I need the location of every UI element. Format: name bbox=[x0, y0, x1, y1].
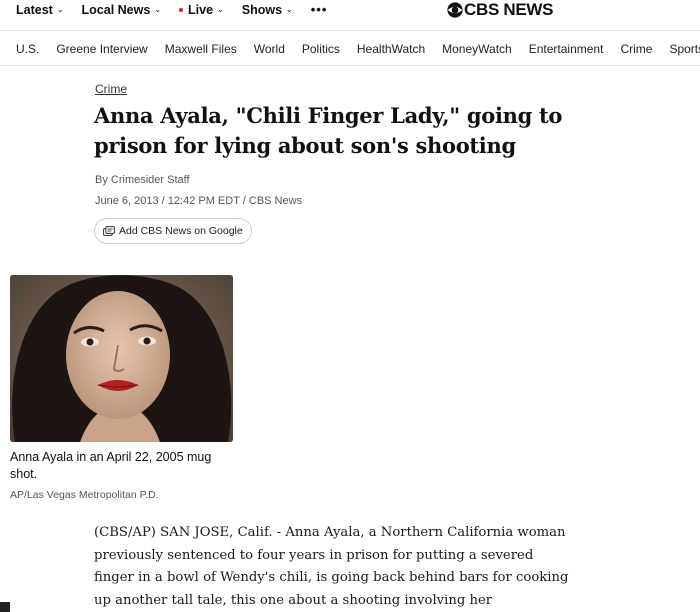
article-byline: By Crimesider Staff bbox=[95, 174, 190, 186]
article-headline: Anna Ayala, "Chili Finger Lady," going t… bbox=[94, 103, 563, 158]
nav-live[interactable]: Live ⌄ bbox=[179, 3, 224, 17]
section-entertainment[interactable]: Entertainment bbox=[529, 42, 604, 56]
nav-latest[interactable]: Latest ⌄ bbox=[16, 3, 64, 17]
nav-live-label: Live bbox=[188, 2, 214, 17]
google-preferred-source-icon bbox=[103, 226, 115, 236]
cbs-eye-icon bbox=[447, 2, 463, 18]
mugshot-image bbox=[10, 275, 233, 442]
photo-credit: AP/Las Vegas Metropolitan P.D. bbox=[10, 489, 159, 501]
section-world[interactable]: World bbox=[254, 42, 285, 56]
section-moneywatch[interactable]: MoneyWatch bbox=[442, 42, 512, 56]
cbs-news-logo[interactable]: CBS NEWS bbox=[447, 0, 554, 20]
add-on-google-label: Add CBS News on Google bbox=[119, 225, 243, 237]
article-body-paragraph: (CBS/AP) SAN JOSE, Calif. - Anna Ayala, … bbox=[94, 525, 569, 608]
top-bar: Latest ⌄ Local News ⌄ Live ⌄ Shows ⌄ •••… bbox=[0, 0, 700, 30]
section-maxwell-files[interactable]: Maxwell Files bbox=[165, 42, 237, 56]
section-us[interactable]: U.S. bbox=[16, 42, 39, 56]
nav-latest-label: Latest bbox=[16, 2, 53, 17]
chevron-down-icon: ⌄ bbox=[286, 5, 293, 14]
live-dot-icon bbox=[179, 7, 184, 12]
more-icon: ••• bbox=[310, 2, 328, 17]
section-politics[interactable]: Politics bbox=[302, 42, 340, 56]
nav-local-news-label: Local News bbox=[81, 2, 151, 17]
article-dateline: June 6, 2013 / 12:42 PM EDT / CBS News bbox=[95, 195, 303, 207]
chevron-down-icon: ⌄ bbox=[217, 5, 224, 14]
section-crime[interactable]: Crime bbox=[620, 42, 652, 56]
section-sports[interactable]: Sports bbox=[669, 42, 700, 56]
brand-name: CBS NEWS bbox=[464, 0, 554, 19]
more-menu-button[interactable]: ••• bbox=[311, 2, 328, 17]
chevron-down-icon: ⌄ bbox=[154, 5, 162, 14]
photo-caption: Anna Ayala in an April 22, 2005 mug shot… bbox=[10, 450, 212, 481]
add-on-google-button[interactable]: Add CBS News on Google bbox=[94, 218, 252, 244]
article-category-link[interactable]: Crime bbox=[95, 82, 127, 96]
nav-shows-label: Shows bbox=[241, 2, 283, 17]
nav-shows[interactable]: Shows ⌄ bbox=[242, 3, 293, 17]
section-nav: U.S. Greene Interview Maxwell Files Worl… bbox=[0, 30, 700, 66]
page-edge-marker bbox=[0, 602, 10, 612]
article-photo bbox=[10, 275, 233, 442]
chevron-down-icon: ⌄ bbox=[56, 5, 64, 14]
section-healthwatch[interactable]: HealthWatch bbox=[357, 42, 425, 56]
section-greene-interview[interactable]: Greene Interview bbox=[56, 42, 147, 56]
nav-local-news[interactable]: Local News ⌄ bbox=[82, 3, 161, 17]
top-nav: Latest ⌄ Local News ⌄ Live ⌄ Shows ⌄ ••• bbox=[16, 2, 345, 17]
